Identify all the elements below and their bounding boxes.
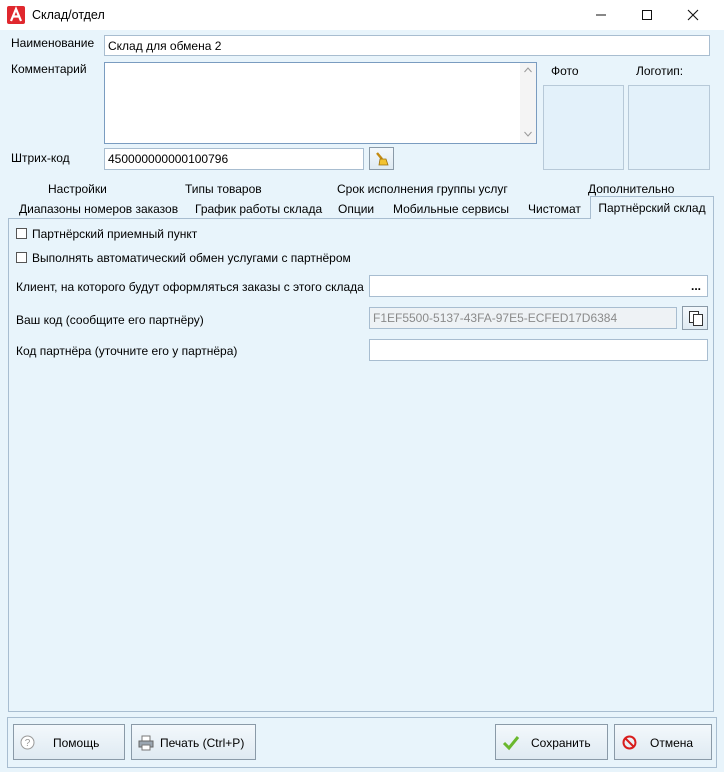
cancel-button[interactable]: Отмена (614, 724, 712, 760)
tab-options[interactable]: Опции (338, 202, 374, 216)
help-icon: ? (20, 735, 35, 750)
partner-point-label: Партнёрский приемный пункт (32, 227, 198, 241)
tab-additional[interactable]: Дополнительно (588, 182, 674, 196)
photo-box[interactable] (543, 85, 624, 170)
help-button[interactable]: ? Помощь (13, 724, 125, 760)
scroll-up-icon[interactable] (524, 67, 532, 73)
save-label: Сохранить (531, 736, 591, 750)
comment-textarea[interactable] (104, 62, 537, 144)
checkmark-icon (502, 736, 520, 751)
barcode-input[interactable] (104, 148, 364, 170)
minimize-button[interactable] (578, 0, 624, 30)
copy-icon (689, 311, 703, 326)
tab-order-number-ranges[interactable]: Диапазоны номеров заказов (19, 202, 178, 216)
name-input[interactable] (104, 35, 710, 56)
tab-chistomat[interactable]: Чистомат (528, 202, 581, 216)
name-label: Наименование (11, 36, 95, 50)
your-code-label: Ваш код (сообщите его партнёру) (16, 313, 204, 327)
tab-settings[interactable]: Настройки (48, 182, 107, 196)
close-icon (687, 9, 699, 21)
partner-point-checkbox[interactable] (16, 228, 27, 239)
tab-warehouse-schedule[interactable]: График работы склада (195, 202, 322, 216)
printer-icon (138, 735, 154, 751)
app-logo-icon (7, 6, 25, 24)
photo-label: Фото (551, 64, 579, 78)
client-label: Клиент, на которого будут оформляться за… (16, 280, 364, 294)
generate-barcode-button[interactable] (369, 147, 394, 170)
client-browse-button[interactable]: ... (691, 279, 701, 293)
partner-code-input[interactable] (369, 339, 708, 361)
maximize-icon (642, 10, 652, 20)
logo-label: Логотип: (636, 64, 684, 78)
comment-scrollbar[interactable] (520, 63, 536, 143)
print-label: Печать (Ctrl+P) (160, 736, 245, 750)
auto-exchange-checkbox[interactable] (16, 252, 27, 263)
tab-partner-warehouse-label: Партнёрский склад (598, 201, 706, 215)
copy-code-button[interactable] (682, 306, 708, 330)
print-button[interactable]: Печать (Ctrl+P) (131, 724, 256, 760)
partner-code-label: Код партнёра (уточните его у партнёра) (16, 344, 238, 358)
scroll-down-icon[interactable] (524, 131, 532, 137)
logo-box[interactable] (628, 85, 710, 170)
maximize-button[interactable] (624, 0, 670, 30)
window-title: Склад/отдел (32, 8, 105, 22)
auto-exchange-label: Выполнять автоматический обмен услугами … (32, 251, 351, 265)
close-button[interactable] (670, 0, 716, 30)
tab-product-types[interactable]: Типы товаров (185, 182, 262, 196)
client-select[interactable]: ... (369, 275, 708, 297)
comment-label: Комментарий (11, 62, 87, 76)
tab-partner-warehouse[interactable]: Партнёрский склад (590, 196, 714, 219)
svg-text:?: ? (25, 738, 31, 749)
barcode-label: Штрих-код (11, 151, 70, 165)
minimize-icon (596, 14, 606, 16)
tab-service-group-deadline[interactable]: Срок исполнения группы услуг (337, 182, 508, 196)
help-label: Помощь (53, 736, 100, 750)
title-bar: Склад/отдел (0, 0, 724, 30)
tab-mobile-services[interactable]: Мобильные сервисы (393, 202, 509, 216)
cancel-icon (622, 735, 637, 750)
save-button[interactable]: Сохранить (495, 724, 608, 760)
brush-icon (376, 152, 389, 166)
cancel-label: Отмена (650, 736, 694, 750)
your-code-input[interactable] (369, 307, 677, 329)
